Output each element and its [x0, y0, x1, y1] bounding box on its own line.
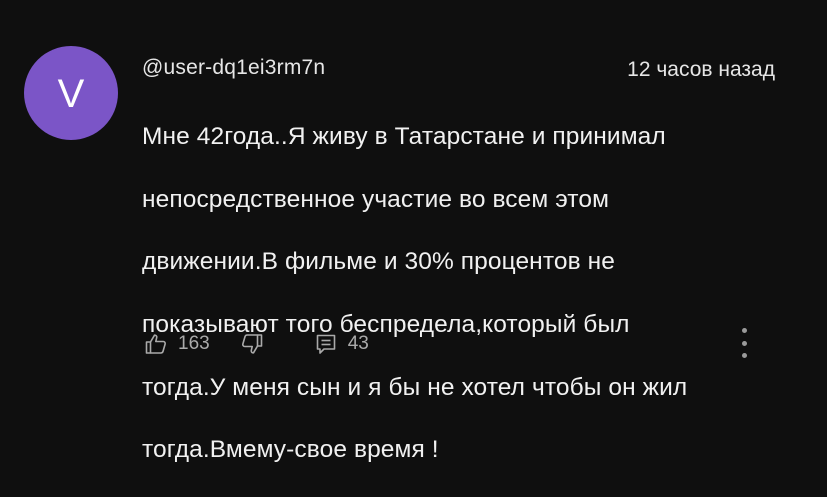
dislike-button[interactable] — [240, 332, 264, 356]
comment-text: Мне 42года..Я живу в Татарстане и приним… — [142, 90, 782, 497]
reply-button[interactable]: 43 — [314, 332, 369, 356]
comment-text-line: непосредственное участие во всем этом — [142, 185, 610, 213]
reply-count: 43 — [347, 333, 369, 354]
more-options-button[interactable] — [734, 326, 754, 360]
comment: V @user-dq1ei3rm7n 12 часов назад Мне 42… — [0, 0, 827, 463]
author-handle[interactable]: @user-dq1ei3rm7n — [142, 56, 325, 80]
thumbs-up-icon — [144, 332, 168, 356]
like-button[interactable]: 163 — [144, 332, 210, 356]
comment-text-line: Мне 42года..Я живу в Татарстане и приним… — [142, 123, 666, 151]
comment-timestamp[interactable]: 12 часов назад — [627, 58, 775, 82]
like-count: 163 — [178, 333, 210, 354]
comment-actions: 163 43 — [144, 328, 369, 360]
avatar-letter: V — [57, 72, 85, 116]
comment-text-line: тогда.У меня сын и я бы не хотел чтобы о… — [142, 373, 688, 401]
avatar[interactable]: V — [24, 46, 118, 140]
reply-icon — [314, 332, 338, 356]
comment-text-line: движении.В фильме и 30% процентов не — [142, 248, 615, 276]
thumbs-down-icon — [240, 332, 264, 356]
comment-text-line: тогда.Вмему-свое время ! — [142, 436, 439, 464]
